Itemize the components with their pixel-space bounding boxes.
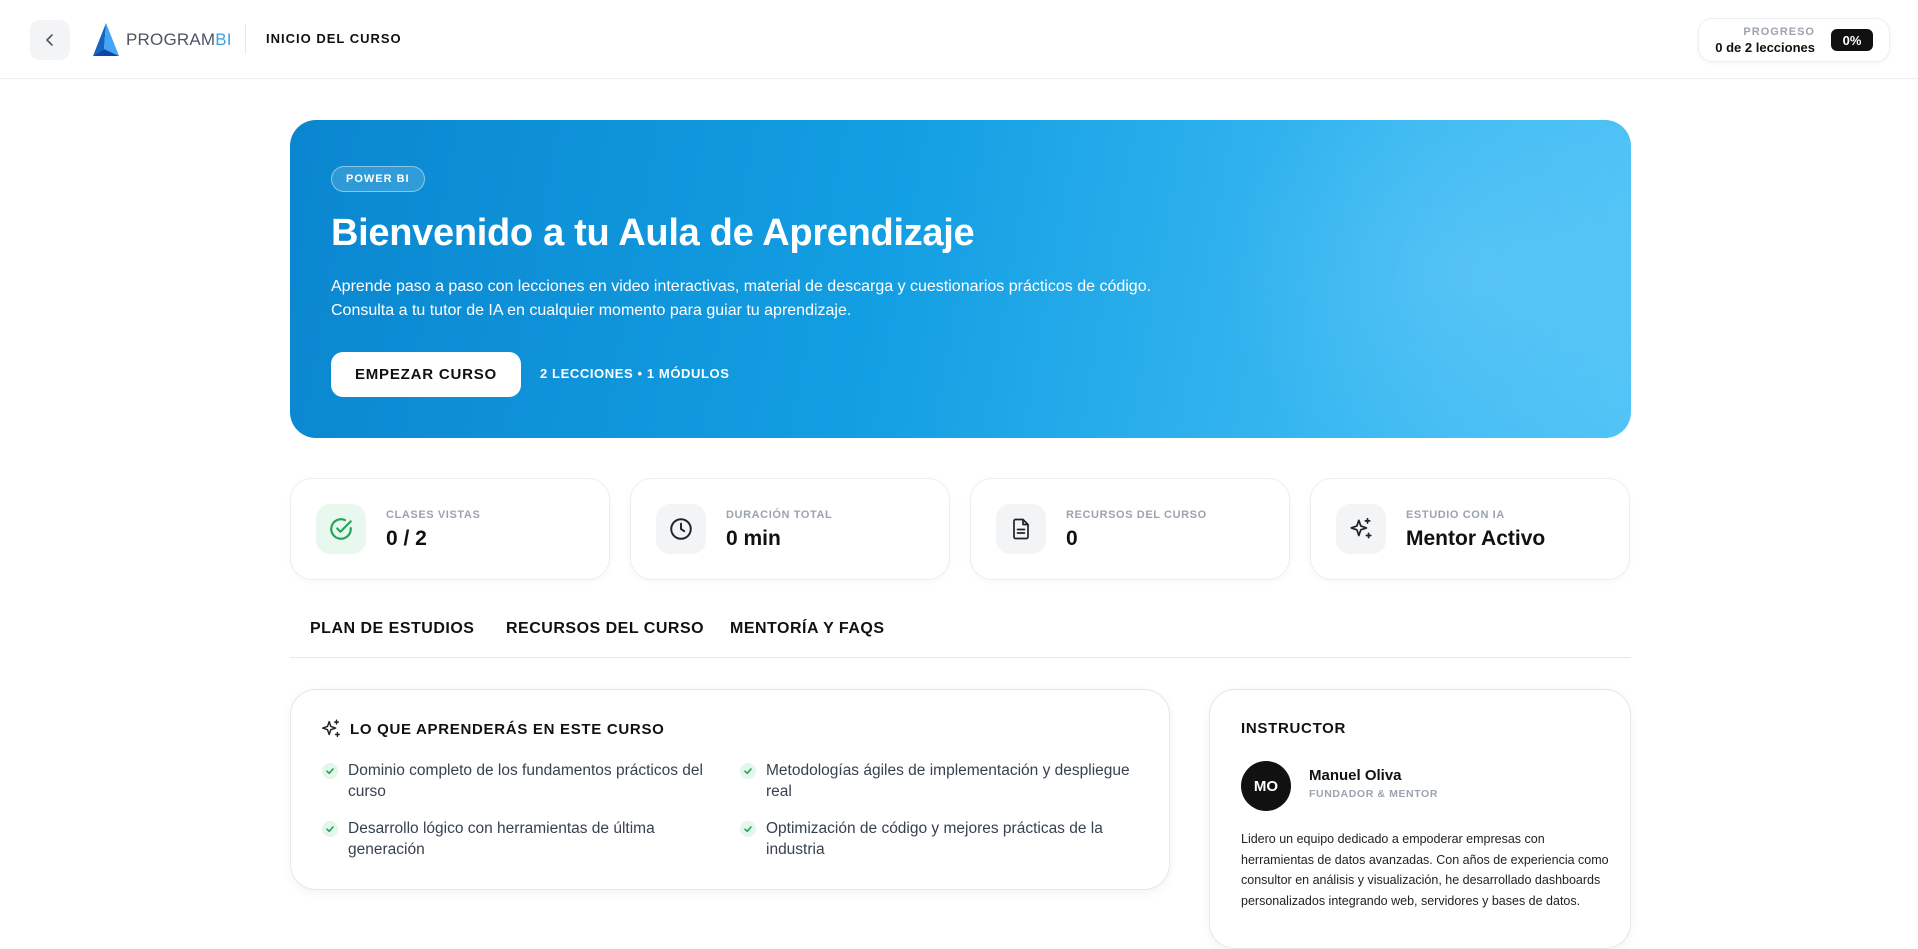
tab-study-plan[interactable]: PLAN DE ESTUDIOS [310,620,474,638]
stat-label: RECURSOS DEL CURSO [1066,509,1207,521]
logo-mark-icon [93,23,119,56]
stat-label: DURACIÓN TOTAL [726,509,833,521]
stat-label: ESTUDIO CON IA [1406,509,1505,521]
tab-mentoring-faqs[interactable]: MENTORÍA Y FAQS [730,620,885,638]
stat-value: 0 min [726,527,781,550]
check-icon [740,821,756,837]
list-item: Dominio completo de los fundamentos prác… [322,760,717,802]
back-button[interactable] [30,20,70,60]
check-icon [740,763,756,779]
sparkles-icon [322,719,340,738]
instructor-role: FUNDADOR & MENTOR [1309,788,1439,800]
stat-value: Mentor Activo [1406,527,1546,550]
logo[interactable]: PROGRAMBI [90,20,232,60]
stat-label: CLASES VISTAS [386,509,481,521]
stat-value: 0 / 2 [386,527,427,550]
progress-count: 0 de 2 lecciones [1715,40,1815,55]
list-item: Desarrollo lógico con herramientas de úl… [322,818,717,860]
list-item: Optimización de código y mejores práctic… [740,818,1135,860]
stat-card-classes: CLASES VISTAS 0 / 2 [290,478,610,580]
check-icon [322,821,338,837]
course-tabs: PLAN DE ESTUDIOS RECURSOS DEL CURSO MENT… [290,610,1631,658]
document-icon [1013,518,1029,540]
stat-card-duration: DURACIÓN TOTAL 0 min [630,478,950,580]
check-icon [322,763,338,779]
instructor-bio: Lidero un equipo dedicado a empoderar em… [1241,832,1609,908]
stat-value: 0 [1066,527,1078,550]
clock-icon [670,518,692,540]
tab-course-resources[interactable]: RECURSOS DEL CURSO [506,620,704,638]
learning-outcomes-title: LO QUE APRENDERÁS EN ESTE CURSO [350,720,665,738]
progress-indicator: PROGRESO 0 de 2 lecciones 0% [1698,18,1890,62]
sparkles-icon [1350,517,1372,539]
avatar: MO [1241,761,1291,811]
instructor-title: INSTRUCTOR [1241,720,1347,737]
stat-card-ai-study: ESTUDIO CON IA Mentor Activo [1310,478,1630,580]
progress-percent-badge: 0% [1831,29,1873,51]
instructor-card: INSTRUCTOR MO Manuel Oliva FUNDADOR & ME… [1209,689,1631,949]
chevron-left-icon [46,34,53,46]
check-circle-icon [330,518,352,540]
course-meta: 2 LECCIONES • 1 MÓDULOS [540,366,730,381]
course-tag: POWER BI [331,166,425,192]
logo-text: PROGRAMBI [126,30,232,49]
page-title: INICIO DEL CURSO [266,31,402,46]
stat-card-resources: RECURSOS DEL CURSO 0 [970,478,1290,580]
list-item: Metodologías ágiles de implementación y … [740,760,1135,802]
hero-title: Bienvenido a tu Aula de Aprendizaje [331,212,975,254]
progress-label: PROGRESO [1743,26,1815,38]
start-course-button[interactable]: EMPEZAR CURSO [331,352,521,397]
header-divider [245,24,246,54]
instructor-name: Manuel Oliva [1309,767,1402,784]
hero-description: Aprende paso a paso con lecciones en vid… [331,278,1152,319]
top-bar: PROGRAMBI INICIO DEL CURSO PROGRESO 0 de… [0,0,1918,79]
learning-outcomes-card: LO QUE APRENDERÁS EN ESTE CURSO Dominio … [290,689,1170,890]
hero-banner: POWER BI Bienvenido a tu Aula de Aprendi… [290,120,1631,438]
